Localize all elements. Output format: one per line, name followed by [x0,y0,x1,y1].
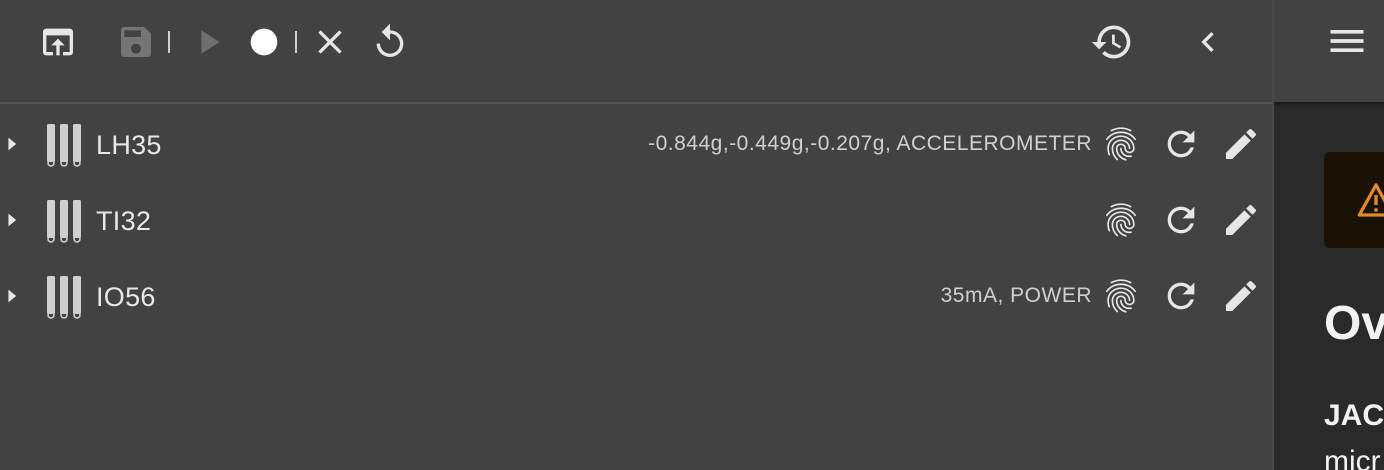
pencil-icon [1226,280,1257,311]
open-icon [43,28,73,56]
fingerprint-icon [1105,279,1136,313]
fingerprint-icon [1105,203,1136,237]
play-icon [201,30,220,54]
menu-button[interactable] [1324,18,1370,64]
toolbar-divider [295,31,297,53]
expand-toggle[interactable] [0,130,22,158]
devices-panel: LH35 -0.844g,-0.449g,-0.207g, ACCELEROME… [0,0,1272,470]
save-icon [121,27,151,57]
history-icon [1091,25,1131,59]
caret-right-icon [8,289,17,303]
docs-heading: Ov [1324,297,1384,350]
open-button[interactable] [36,20,80,64]
reset-button[interactable] [368,20,412,64]
record-button[interactable] [242,20,286,64]
edit-button[interactable] [1220,275,1262,317]
refresh-button[interactable] [1160,199,1202,241]
docs-bold-text: JAC [1324,399,1384,432]
docs-panel: Ov JAC micr [1272,0,1384,470]
warning-icon [1357,183,1384,217]
identify-button[interactable] [1100,123,1142,165]
identify-button[interactable] [1100,199,1142,241]
expand-toggle[interactable] [0,282,22,310]
device-name: TI32 [96,206,152,236]
collapse-button[interactable] [1186,20,1230,64]
device-name: IO56 [96,282,156,312]
caret-right-icon [8,213,17,227]
device-icon [47,276,81,319]
refresh-icon [1167,130,1195,158]
refresh-button[interactable] [1160,275,1202,317]
refresh-button[interactable] [1160,123,1202,165]
caret-right-icon [8,137,17,151]
device-row[interactable]: TI32 [0,182,1272,258]
reset-icon [376,23,404,58]
edit-button[interactable] [1220,123,1262,165]
device-row[interactable]: LH35 -0.844g,-0.449g,-0.207g, ACCELEROME… [0,106,1272,182]
expand-toggle[interactable] [0,206,22,234]
chevron-left-icon [1201,32,1214,52]
close-icon [318,30,342,54]
refresh-icon [1167,282,1195,310]
play-button[interactable] [186,20,230,64]
warning-callout [1324,152,1384,248]
docs-body-text: micr [1324,445,1381,470]
pencil-icon [1226,204,1257,235]
toolbar-divider [168,31,170,53]
device-name: LH35 [96,130,162,160]
pencil-icon [1226,128,1257,159]
refresh-icon [1167,206,1195,234]
clear-button[interactable] [308,20,352,64]
device-reading: 35mA, POWER [940,284,1092,307]
toolbar [0,0,1272,104]
device-reading: -0.844g,-0.449g,-0.207g, ACCELEROMETER [648,132,1092,155]
device-row[interactable]: IO56 35mA, POWER [0,258,1272,334]
save-button[interactable] [114,20,158,64]
hamburger-menu-icon [1330,30,1364,52]
edit-button[interactable] [1220,199,1262,241]
device-icon [47,200,81,243]
record-icon [250,28,278,56]
fingerprint-icon [1105,127,1136,161]
history-button[interactable] [1090,20,1134,64]
identify-button[interactable] [1100,275,1142,317]
device-icon [47,124,81,167]
docs-header [1274,0,1384,102]
